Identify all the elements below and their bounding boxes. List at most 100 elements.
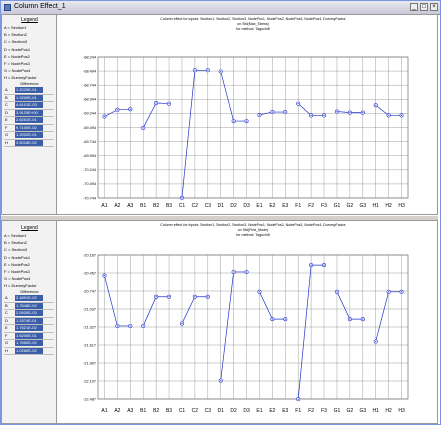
- data-point-dot: [233, 271, 235, 273]
- window-title: Column Effect_1: [14, 3, 66, 10]
- y-tick-label: -69.994: [83, 154, 96, 158]
- difference-row[interactable]: D 3.9129E+00: [4, 109, 54, 117]
- x-tick-label: D1: [218, 203, 225, 209]
- difference-row[interactable]: A 1.2025E-01: [4, 87, 54, 95]
- difference-row[interactable]: D 1.1574E-01: [4, 317, 54, 325]
- legend-title: Legend: [21, 17, 38, 23]
- y-tick-label: -68.994: [83, 98, 96, 102]
- x-tick-label: E1: [256, 408, 262, 414]
- data-point-dot: [233, 120, 235, 122]
- x-tick-label: G2: [347, 408, 354, 414]
- difference-key: D: [5, 109, 8, 115]
- difference-table: A 2.4891E-02 B 1.7648E-02 C 2.5930E-03 D 1.1574…: [4, 295, 54, 355]
- x-tick-label: D1: [218, 408, 225, 414]
- difference-row[interactable]: G 1.2002E-01: [4, 132, 54, 140]
- x-tick-label: G3: [359, 203, 366, 209]
- difference-value: 1.6200E-01: [15, 332, 43, 339]
- y-tick-label: -20.167: [83, 253, 96, 257]
- data-point-dot: [207, 69, 209, 71]
- y-tick-label: -70.494: [83, 182, 96, 186]
- data-point-dot: [323, 114, 325, 117]
- difference-row[interactable]: B 1.9209E-01: [4, 94, 54, 102]
- legend-entry: C = Section3: [4, 247, 28, 253]
- difference-value: 1.1574E-01: [15, 317, 43, 324]
- data-point-dot: [155, 102, 157, 104]
- legend-entry: F = NodePos3: [4, 269, 30, 274]
- x-tick-label: F1: [295, 408, 301, 414]
- data-point-dot: [207, 296, 209, 298]
- data-point-dot: [297, 102, 299, 105]
- difference-row[interactable]: H 1.0260E-02: [4, 347, 54, 355]
- data-point-dot: [220, 70, 222, 73]
- data-point-dot: [142, 325, 144, 327]
- minimize-button[interactable]: _: [410, 3, 418, 11]
- data-point-dot: [142, 127, 144, 129]
- difference-row[interactable]: E 1.7621E-02: [4, 325, 54, 333]
- x-tick-label: H2: [385, 408, 392, 414]
- max-stress-panel: Legend A = Section1 B = Section2 C = Sectio…: [1, 14, 438, 215]
- data-point-dot: [336, 110, 338, 113]
- maximize-button[interactable]: □: [420, 3, 428, 11]
- difference-key: C: [5, 102, 8, 107]
- data-point-dot: [129, 325, 131, 327]
- x-tick-label: F1: [295, 203, 301, 209]
- legend-panel: Legend A = Section1 B = Section2 C = Sectio…: [2, 15, 57, 214]
- data-point-dot: [220, 379, 222, 382]
- y-tick-label: -68.494: [83, 69, 96, 73]
- legend-entry: G = NodePos4: [4, 276, 31, 282]
- x-tick-label: D3: [243, 408, 250, 414]
- chart: Column effect for inputs: Section1, Sect…: [83, 223, 409, 414]
- data-point-dot: [388, 114, 390, 117]
- y-tick-label: -68.244: [83, 55, 96, 59]
- difference-value: 3.9129E+00: [15, 109, 43, 116]
- difference-row[interactable]: E 2.6251E-01: [4, 117, 54, 125]
- data-point-dot: [310, 114, 312, 117]
- difference-row[interactable]: B 1.7648E-02: [4, 302, 54, 310]
- title-bar[interactable]: Column Effect_1 _ □ ×: [1, 1, 440, 15]
- y-tick-label: -21.617: [83, 343, 96, 347]
- difference-row[interactable]: H 3.6018E-02: [4, 139, 54, 147]
- legend-entry: H = DummyFactor: [4, 283, 37, 289]
- legend-entry: D = NodePos1: [4, 46, 31, 52]
- difference-row[interactable]: F 9.7100E-02: [4, 124, 54, 132]
- y-tick-label: -70.244: [83, 168, 96, 172]
- y-tick-label: -68.744: [83, 84, 96, 88]
- difference-value: 1.2002E-01: [15, 132, 43, 138]
- difference-value: 1.7621E-02: [15, 325, 43, 331]
- data-point-dot: [258, 291, 261, 293]
- legend-entry: D = NodePos1: [4, 254, 31, 260]
- x-tick-label: H3: [398, 408, 405, 414]
- y-tick-label: -21.037: [83, 307, 96, 311]
- legend-entry: A = Section1: [4, 233, 27, 238]
- legend-entry: A = Section1: [4, 25, 27, 30]
- difference-row[interactable]: F 1.6200E-01: [4, 332, 54, 340]
- difference-row[interactable]: G 1.7650E-02: [4, 340, 54, 348]
- x-tick-label: B1: [140, 408, 146, 414]
- data-point-dot: [323, 264, 325, 266]
- x-tick-label: H1: [373, 203, 380, 209]
- difference-row[interactable]: C 4.6101E-03: [4, 102, 54, 110]
- x-tick-label: D3: [243, 203, 250, 209]
- data-point-dot: [245, 271, 248, 273]
- difference-key: E: [5, 325, 8, 330]
- x-tick-label: C3: [205, 203, 212, 209]
- data-point-dot: [103, 115, 106, 118]
- data-point-dot: [400, 114, 403, 117]
- x-tick-label: E1: [256, 203, 262, 209]
- legend-entry: G = NodePos4: [4, 68, 31, 74]
- difference-key: B: [5, 302, 8, 308]
- y-tick-label: -70.744: [83, 196, 96, 200]
- difference-row[interactable]: C 2.5930E-03: [4, 310, 54, 318]
- difference-title: Difference: [20, 289, 39, 294]
- x-tick-label: H3: [398, 203, 405, 209]
- chart-title: for method: Taguchi8: [236, 27, 270, 31]
- chart-title: for method: Taguchi8: [236, 233, 270, 237]
- x-tick-label: A1: [101, 203, 107, 209]
- x-tick-label: C1: [179, 203, 186, 209]
- x-tick-label: E2: [269, 408, 275, 414]
- close-button[interactable]: ×: [430, 3, 438, 11]
- x-tick-label: B2: [153, 408, 159, 414]
- data-point-dot: [362, 112, 364, 114]
- x-tick-label: D2: [230, 203, 237, 209]
- difference-row[interactable]: A 2.4891E-02: [4, 295, 54, 303]
